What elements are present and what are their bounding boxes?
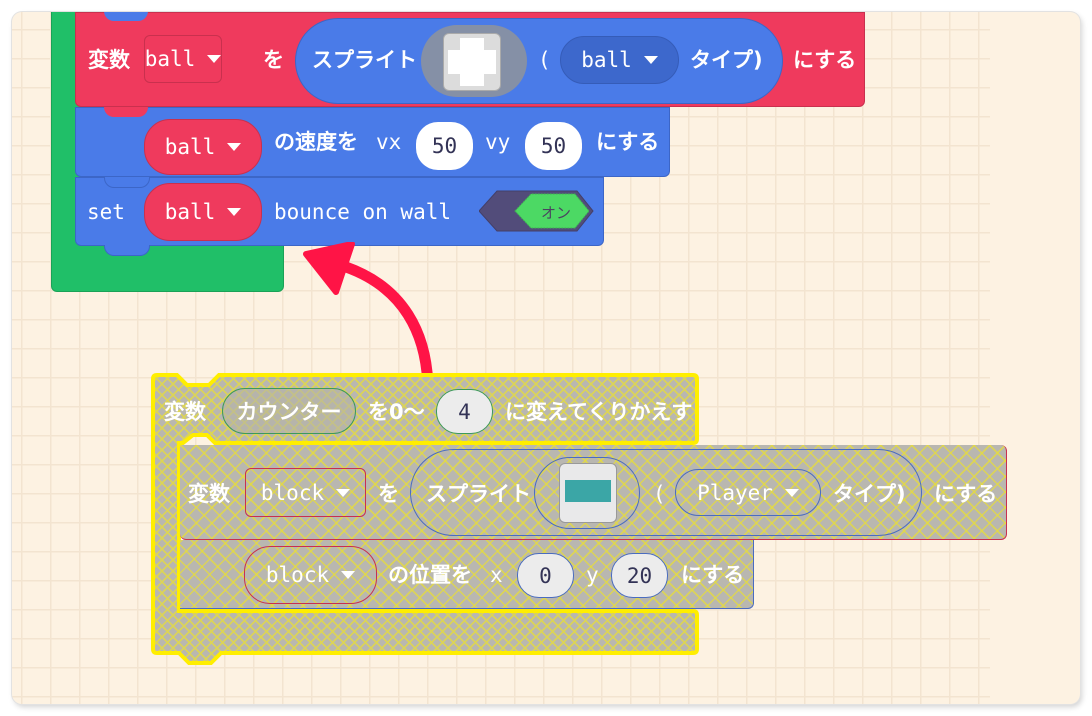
sprite-kind-dropdown-player[interactable]: Player [675,469,821,516]
y-label: y [586,563,599,587]
notch [104,107,148,117]
set-variable-prefix-2: 変数 [188,482,230,506]
vx-label: vx [376,130,402,154]
position-suffix: にする [681,563,745,587]
teal-bar-sprite-icon [559,463,617,523]
range-label: を0〜 [368,400,425,424]
sprite-image-picker[interactable] [421,25,527,97]
dropdown-caret-icon [341,571,356,579]
dropdown-caret-icon [227,143,242,151]
sprite-dropdown-block[interactable]: block [244,546,377,604]
dropdown-caret-icon [227,208,242,216]
dropdown-caret-icon [207,55,222,63]
open-paren: ( [538,48,551,72]
loop-end-input[interactable]: 4 [436,389,493,434]
dropdown-caret-icon [784,488,799,497]
notch [104,177,150,188]
variable-name: カウンター [236,400,342,424]
velocity-label: の速度を [274,130,358,154]
variable-name: ball [144,47,196,71]
to-label: を [263,48,284,72]
white-plus-sprite-icon [443,33,501,91]
notch-bottom [104,245,150,256]
loop-variable-counter[interactable]: カウンター [222,388,356,434]
sprite-image-picker-2[interactable] [534,457,640,529]
velocity-suffix: にする [596,130,660,154]
blocks-workspace[interactable]: 変数 ball を スプライト ( ball タイプ) にする ball の速度… [12,12,1080,704]
kind-suffix-2: タイプ) [833,482,906,506]
sprite-label: スプライト [312,48,417,72]
loop-prefix: 変数 [164,400,206,424]
sprite-name: ball [164,135,216,159]
sprite-kind-dropdown-ball[interactable]: ball [560,36,679,84]
x-label: x [490,563,503,587]
kind-suffix: タイプ) [690,48,763,72]
bounce-toggle[interactable] [479,190,595,232]
vx-input[interactable]: 50 [416,122,473,170]
dropdown-caret-icon [643,56,658,64]
set-suffix-2: にする [934,482,998,506]
open-paren-2: ( [653,482,666,506]
vy-label: vy [485,130,511,154]
notch [104,12,148,21]
set-suffix: にする [793,48,857,72]
to-label-2: を [378,482,399,506]
set-label: set [87,200,125,224]
bounce-label: bounce on wall [274,200,452,224]
sprite-label-2: スプライト [426,482,531,506]
y-input[interactable]: 20 [611,553,668,598]
sprite-dropdown-ball[interactable]: ball [144,119,262,175]
variable-name: block [260,480,325,505]
toggle-on-label: オン [541,204,572,222]
sprite-name: ball [164,200,216,224]
vy-input[interactable]: 50 [525,122,582,170]
position-label: の位置を [388,563,472,587]
kind-name: ball [581,48,632,72]
sprite-name: block [265,563,330,587]
kind-name: Player [697,480,773,505]
dropdown-caret-icon [336,488,351,497]
sprite-dropdown-ball-2[interactable]: ball [144,183,262,241]
loop-suffix: に変えてくりかえす [505,400,693,424]
variable-dropdown-ball[interactable]: ball [144,35,222,83]
variable-dropdown-block[interactable]: block [245,468,366,517]
x-input[interactable]: 0 [517,553,574,598]
set-variable-prefix: 変数 [88,48,130,72]
